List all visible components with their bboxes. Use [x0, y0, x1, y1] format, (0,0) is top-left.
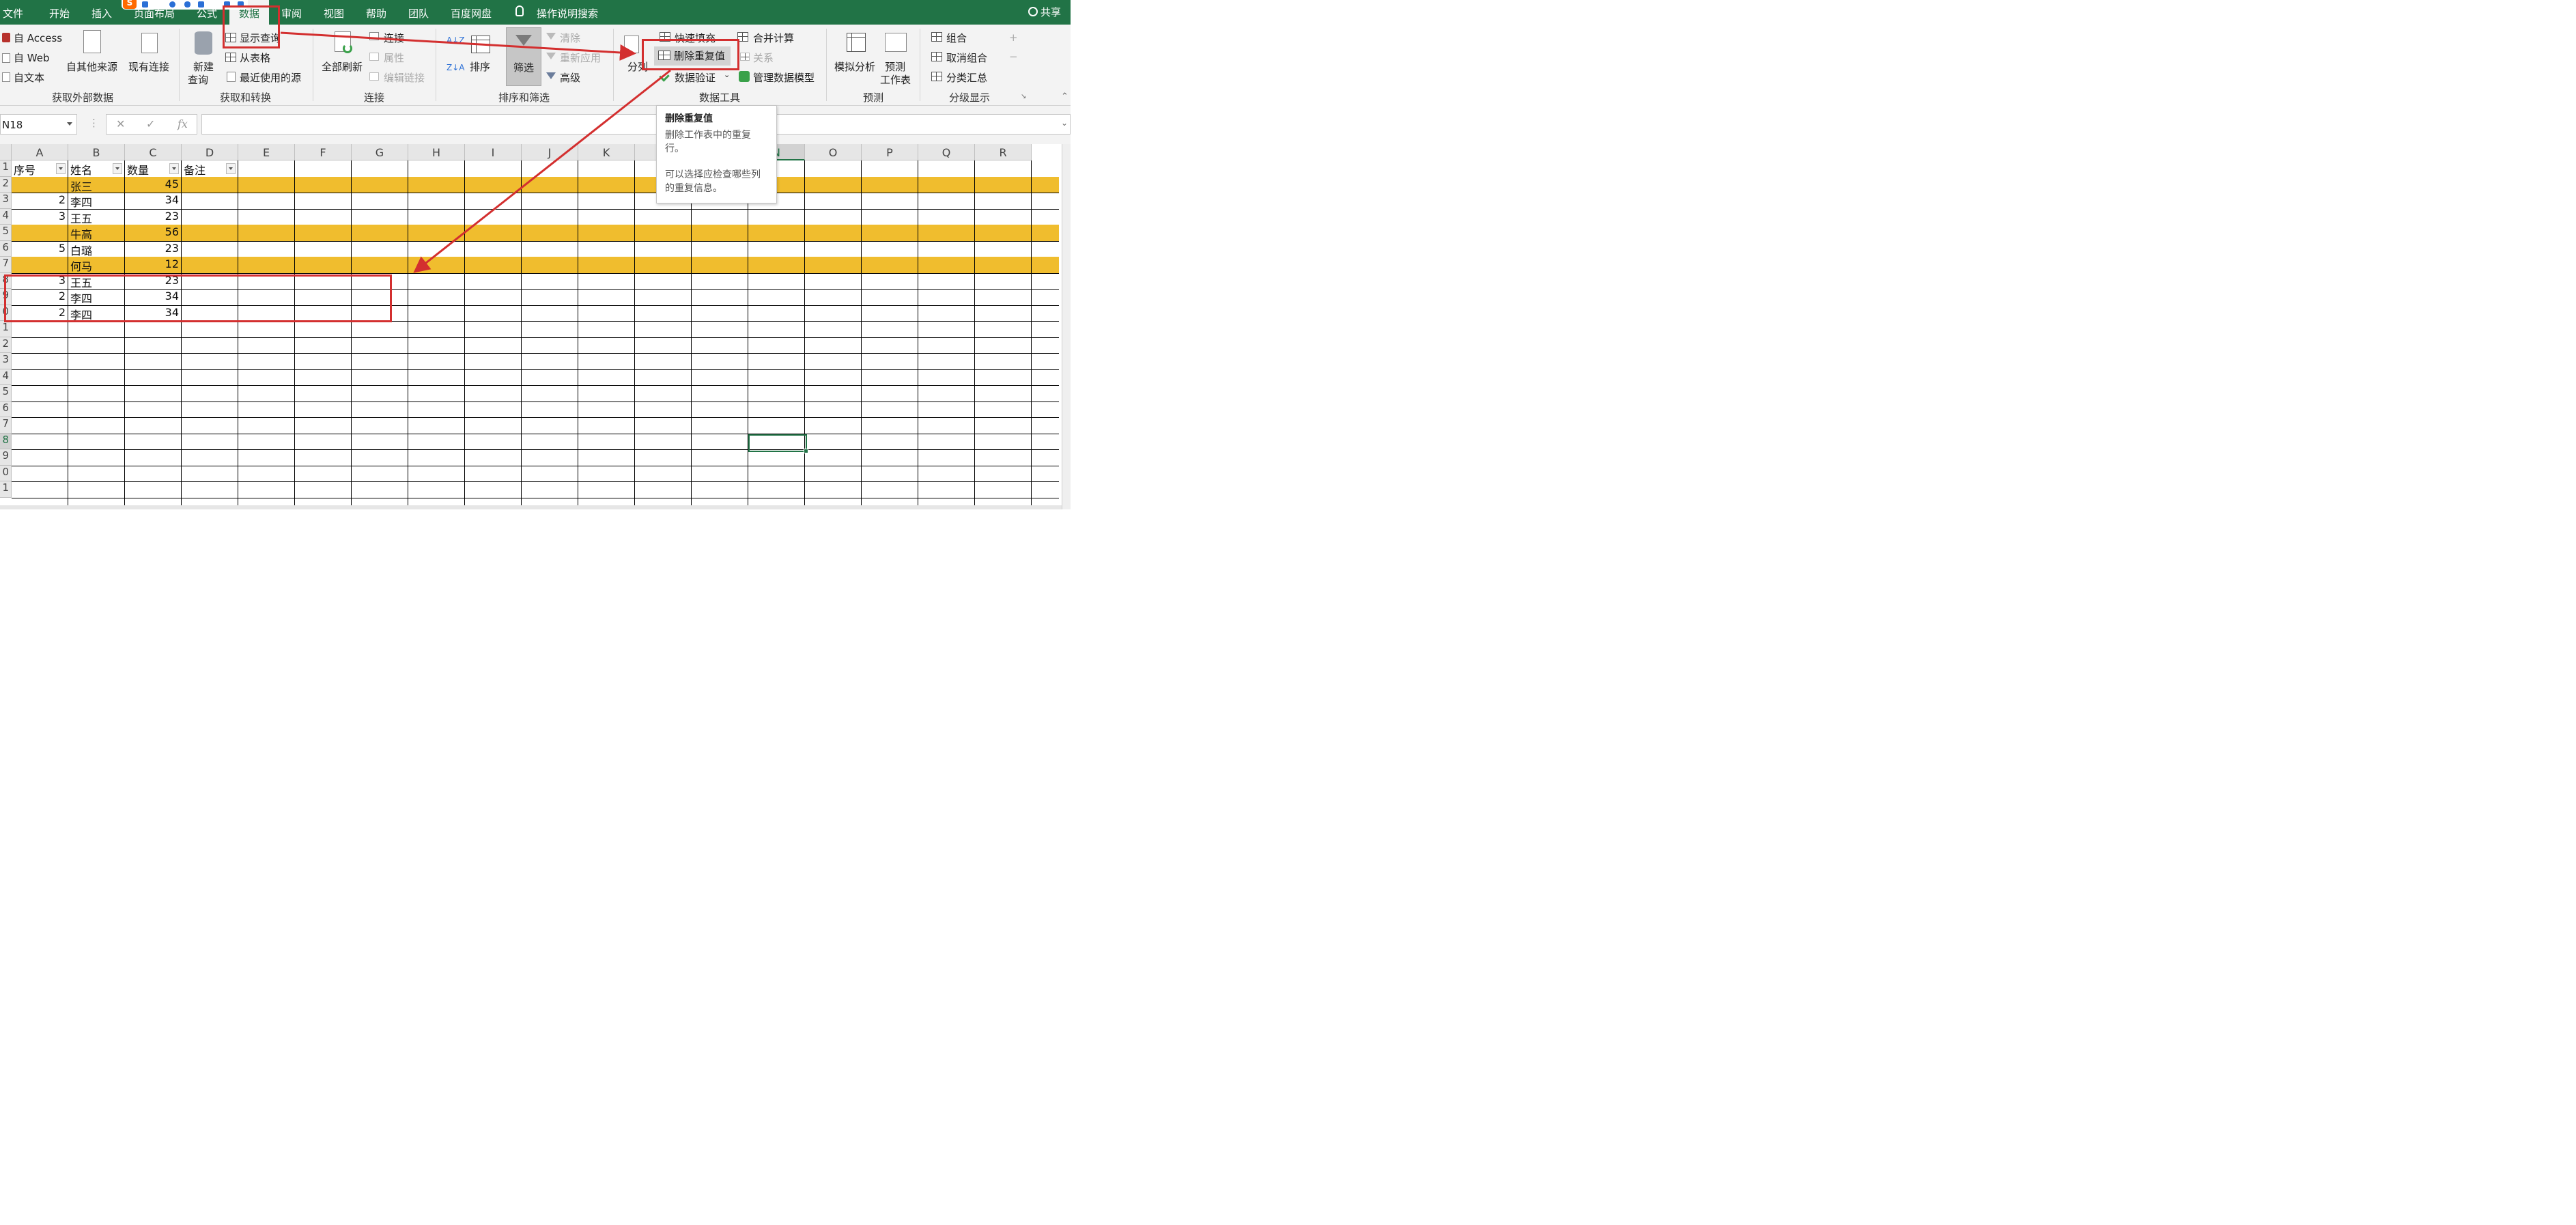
arrow-to-duplicate-rows	[413, 69, 671, 273]
annotation-arrows	[280, 31, 671, 273]
arrow-to-remove-duplicates	[280, 31, 636, 61]
